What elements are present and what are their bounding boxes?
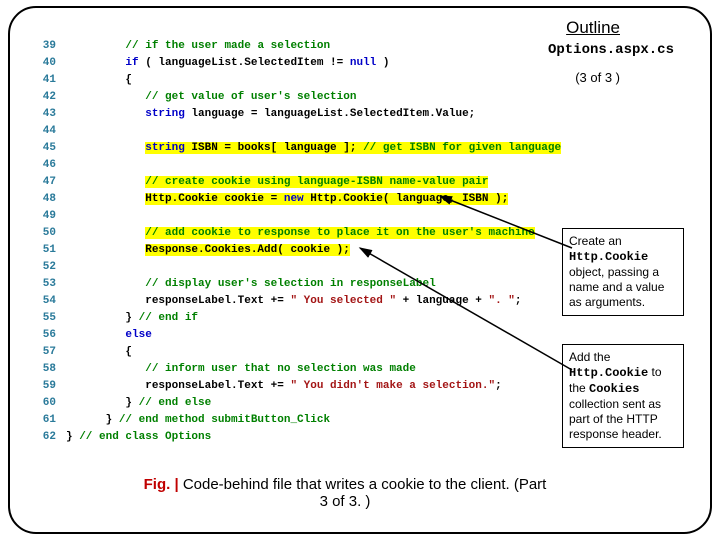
code-line: 39 // if the user made a selection xyxy=(42,38,542,55)
code-content: // create cookie using language-ISBN nam… xyxy=(66,174,488,191)
line-number: 45 xyxy=(42,140,66,157)
line-number: 40 xyxy=(42,55,66,72)
line-number: 53 xyxy=(42,276,66,293)
code-content: else xyxy=(66,327,152,344)
code-content xyxy=(66,259,73,276)
line-number: 51 xyxy=(42,242,66,259)
line-number: 59 xyxy=(42,378,66,395)
line-number: 52 xyxy=(42,259,66,276)
line-number: 47 xyxy=(42,174,66,191)
code-content: Http.Cookie cookie = new Http.Cookie( la… xyxy=(66,191,508,208)
line-number: 54 xyxy=(42,293,66,310)
code-line: 43 string language = languageList.Select… xyxy=(42,106,542,123)
figure-label: Fig. | xyxy=(144,476,179,493)
code-line: 55 } // end if xyxy=(42,310,542,327)
code-line: 54 responseLabel.Text += " You selected … xyxy=(42,293,542,310)
line-number: 62 xyxy=(42,429,66,446)
line-number: 42 xyxy=(42,89,66,106)
code-line: 48 Http.Cookie cookie = new Http.Cookie(… xyxy=(42,191,542,208)
line-number: 57 xyxy=(42,344,66,361)
code-line: 56 else xyxy=(42,327,542,344)
code-line: 49 xyxy=(42,208,542,225)
callout-code: Http.Cookie xyxy=(569,250,648,264)
code-line: 40 if ( languageList.SelectedItem != nul… xyxy=(42,55,542,72)
callout-text: collection sent as part of the HTTP resp… xyxy=(569,397,677,442)
callout-code: Cookies xyxy=(589,382,639,396)
line-number: 49 xyxy=(42,208,66,225)
slide-frame: Outline Options.aspx.cs (3 of 3 ) 39 // … xyxy=(8,6,712,534)
code-line: 58 // inform user that no selection was … xyxy=(42,361,542,378)
line-number: 46 xyxy=(42,157,66,174)
figure-caption: Fig. | Code-behind file that writes a co… xyxy=(140,476,550,510)
code-content: } // end else xyxy=(66,395,211,412)
callout-text: Add the xyxy=(569,350,610,364)
code-line: 46 xyxy=(42,157,542,174)
line-number: 50 xyxy=(42,225,66,242)
code-content: string ISBN = books[ language ]; // get … xyxy=(66,140,561,157)
line-number: 41 xyxy=(42,72,66,89)
code-content: if ( languageList.SelectedItem != null ) xyxy=(66,55,389,72)
callout-text: Create an xyxy=(569,234,622,248)
callout-create-cookie: Create an Http.Cookie object, passing a … xyxy=(562,228,684,316)
line-number: 44 xyxy=(42,123,66,140)
code-line: 50 // add cookie to response to place it… xyxy=(42,225,542,242)
code-content: } // end if xyxy=(66,310,198,327)
code-listing: 39 // if the user made a selection40 if … xyxy=(42,38,542,446)
code-content: } // end method submitButton_Click xyxy=(66,412,330,429)
code-line: 57 { xyxy=(42,344,542,361)
line-number: 43 xyxy=(42,106,66,123)
code-content: // add cookie to response to place it on… xyxy=(66,225,535,242)
filename-label: Options.aspx.cs xyxy=(548,42,674,58)
line-number: 48 xyxy=(42,191,66,208)
line-number: 60 xyxy=(42,395,66,412)
callout-text: object, passing a name and a value as ar… xyxy=(569,265,664,309)
code-content: // display user's selection in responseL… xyxy=(66,276,436,293)
code-content: Response.Cookies.Add( cookie ); xyxy=(66,242,350,259)
code-line: 53 // display user's selection in respon… xyxy=(42,276,542,293)
line-number: 39 xyxy=(42,38,66,55)
code-line: 61 } // end method submitButton_Click xyxy=(42,412,542,429)
code-line: 42 // get value of user's selection xyxy=(42,89,542,106)
code-line: 60 } // end else xyxy=(42,395,542,412)
code-content xyxy=(66,123,73,140)
line-number: 55 xyxy=(42,310,66,327)
code-content: } // end class Options xyxy=(66,429,211,446)
code-content: { xyxy=(66,344,132,361)
code-content: responseLabel.Text += " You didn't make … xyxy=(66,378,502,395)
code-content: // get value of user's selection xyxy=(66,89,356,106)
figure-text: Code-behind file that writes a cookie to… xyxy=(179,476,547,510)
code-line: 51 Response.Cookies.Add( cookie ); xyxy=(42,242,542,259)
code-line: 45 string ISBN = books[ language ]; // g… xyxy=(42,140,542,157)
code-content: // if the user made a selection xyxy=(66,38,330,55)
code-content xyxy=(66,208,73,225)
code-line: 44 xyxy=(42,123,542,140)
code-content: string language = languageList.SelectedI… xyxy=(66,106,475,123)
code-line: 41 { xyxy=(42,72,542,89)
code-line: 52 xyxy=(42,259,542,276)
code-line: 47 // create cookie using language-ISBN … xyxy=(42,174,542,191)
line-number: 56 xyxy=(42,327,66,344)
code-line: 59 responseLabel.Text += " You didn't ma… xyxy=(42,378,542,395)
code-content: // inform user that no selection was mad… xyxy=(66,361,416,378)
callout-code: Http.Cookie xyxy=(569,366,648,380)
callout-add-cookie: Add the Http.Cookie to the Cookies colle… xyxy=(562,344,684,448)
code-content: { xyxy=(66,72,132,89)
code-content: responseLabel.Text += " You selected " +… xyxy=(66,293,522,310)
page-indicator: (3 of 3 ) xyxy=(575,70,620,85)
line-number: 61 xyxy=(42,412,66,429)
code-content xyxy=(66,157,73,174)
line-number: 58 xyxy=(42,361,66,378)
outline-link[interactable]: Outline xyxy=(566,18,620,38)
code-line: 62} // end class Options xyxy=(42,429,542,446)
